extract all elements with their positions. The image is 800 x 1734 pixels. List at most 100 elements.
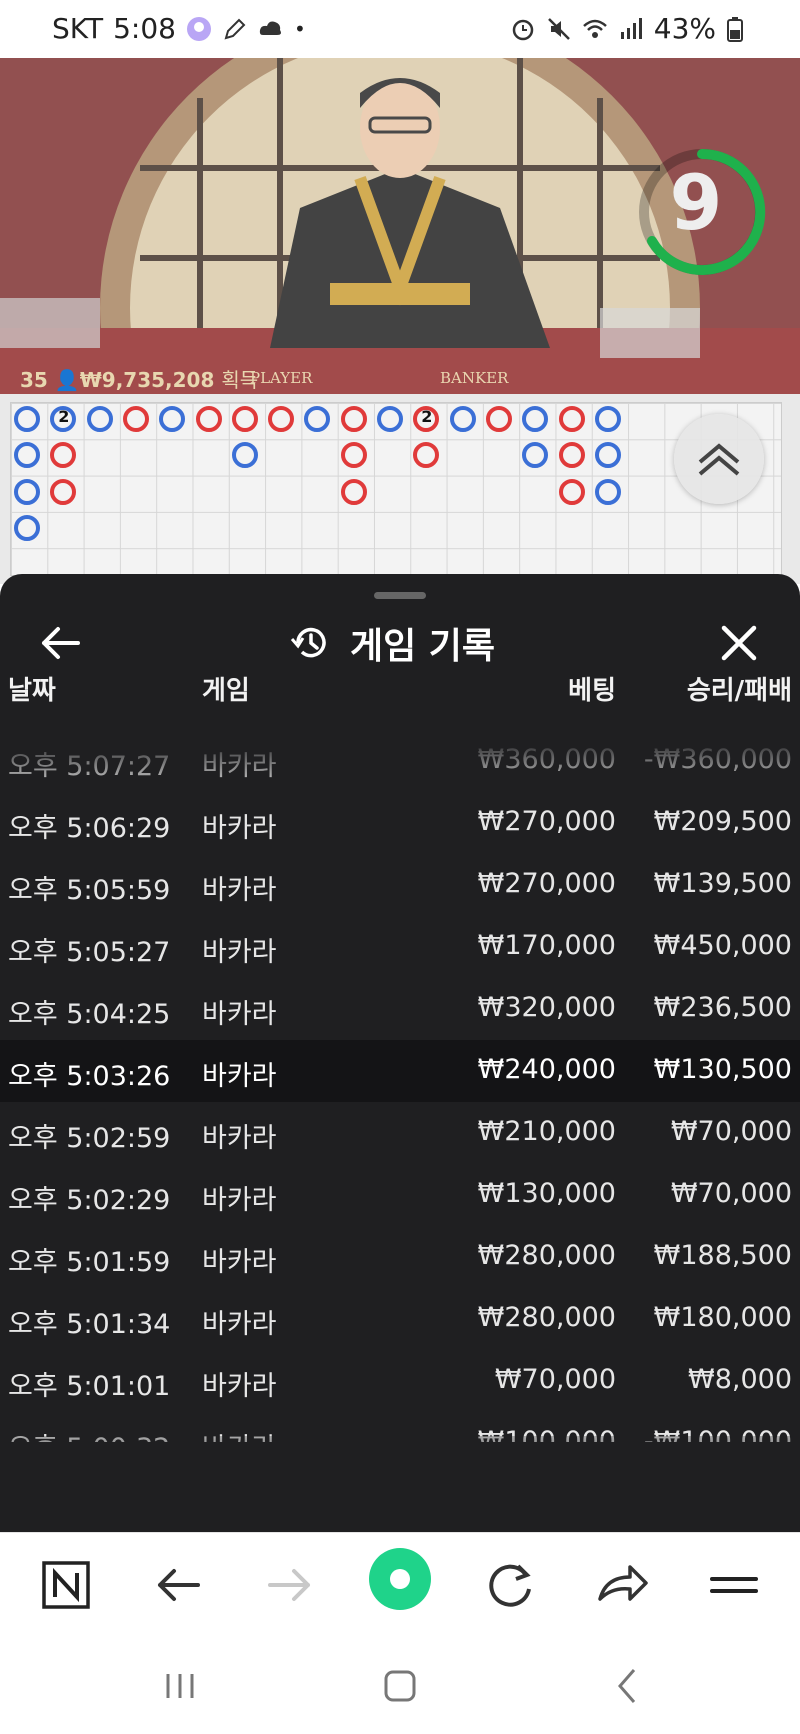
row-date: 오후 5:01:34 — [8, 1309, 171, 1340]
home-button[interactable] — [372, 1660, 428, 1712]
banker-mark — [413, 442, 440, 469]
menu-button[interactable] — [704, 1555, 764, 1615]
winnings-readout: 35 👤₩9,735,208 획득 — [20, 364, 258, 393]
winnings-label: 획득 — [221, 368, 259, 392]
row-bet: ₩280,000 — [477, 1240, 616, 1271]
row-date: 오후 5:04:25 — [8, 999, 171, 1030]
history-table-body[interactable]: 오후 5:07:27 바카라 ₩360,000 -₩360,000 오후 5:06:29… — [0, 730, 800, 1442]
row-bet: ₩100,000 — [477, 1426, 616, 1442]
signal-icon — [618, 16, 644, 42]
wifi-icon — [582, 16, 608, 42]
row-date: 오후 5:02:59 — [8, 1123, 171, 1154]
history-row[interactable]: 오후 5:01:01 바카라 ₩70,000 ₩8,000 — [0, 1350, 800, 1412]
row-date: 오후 5:06:29 — [8, 813, 171, 844]
banker-mark — [195, 406, 222, 432]
history-row[interactable]: 오후 5:05:59 바카라 ₩270,000 ₩139,500 — [0, 854, 800, 916]
history-row[interactable]: 오후 5:05:27 바카라 ₩170,000 ₩450,000 — [0, 916, 800, 978]
forward-button-browser[interactable] — [260, 1555, 320, 1615]
system-back-button[interactable] — [600, 1660, 656, 1712]
player-mark — [304, 406, 331, 432]
banker-mark — [558, 406, 585, 432]
player-mark — [14, 478, 40, 505]
history-row[interactable]: 오후 5:00:32 바카라 ₩100,000 -₩100,000 — [0, 1412, 800, 1442]
expand-roadmap-button[interactable] — [674, 414, 764, 504]
pencil-icon — [222, 16, 248, 42]
naver-home-button[interactable] — [36, 1555, 96, 1615]
sheet-drag-handle[interactable] — [374, 592, 426, 599]
history-row[interactable]: 오후 5:06:29 바카라 ₩270,000 ₩209,500 — [0, 792, 800, 854]
row-date: 오후 5:00:32 — [8, 1426, 170, 1442]
player-mark — [522, 406, 549, 432]
recent-apps-icon — [166, 1674, 194, 1698]
history-row[interactable]: 오후 5:01:59 바카라 ₩280,000 ₩188,500 — [0, 1226, 800, 1288]
live-dealer-video[interactable]: PLAYER BANKER 35 👤₩9,735,208 획득 9 — [0, 58, 800, 394]
row-game: 바카라 — [202, 1247, 277, 1278]
sheet-title: 게임 기록 — [350, 626, 496, 667]
row-game: 바카라 — [202, 1061, 277, 1092]
mute-icon — [546, 16, 572, 42]
history-row[interactable]: 오후 5:04:25 바카라 ₩320,000 ₩236,500 — [0, 978, 800, 1040]
cloud-icon — [258, 16, 284, 42]
history-row[interactable]: 오후 5:07:27 바카라 ₩360,000 -₩360,000 — [0, 730, 800, 792]
game-history-sheet: 게임 기록 날짜 게임 베팅 승리/패배 오후 5:07:27 바카라 ₩360,0… — [0, 574, 800, 1532]
history-row[interactable]: 오후 5:01:34 바카라 ₩280,000 ₩180,000 — [0, 1288, 800, 1350]
back-button-browser[interactable] — [148, 1555, 208, 1615]
banker-mark — [268, 406, 295, 432]
recent-apps-button[interactable] — [152, 1660, 208, 1712]
row-bet: ₩280,000 — [477, 1302, 616, 1333]
roadmap-grid: 22 — [10, 402, 782, 576]
row-game: 바카라 — [202, 1371, 277, 1402]
battery-icon — [726, 16, 752, 42]
system-navigation-bar — [0, 1636, 800, 1734]
row-bet: ₩70,000 — [494, 1364, 616, 1395]
row-game: 바카라 — [202, 937, 277, 968]
refresh-button[interactable] — [480, 1555, 540, 1615]
row-result: ₩450,000 — [653, 930, 792, 961]
green-dot-button[interactable] — [368, 1547, 432, 1611]
home-square-icon — [384, 1670, 416, 1702]
banker-mark — [558, 442, 585, 469]
banker-mark — [340, 478, 367, 505]
history-icon — [290, 627, 326, 658]
row-date: 오후 5:05:59 — [8, 875, 171, 906]
row-date: 오후 5:02:29 — [8, 1185, 171, 1216]
battery-percent: 43% — [653, 12, 716, 45]
row-game: 바카라 — [202, 875, 277, 906]
player-mark — [231, 442, 258, 469]
player-mark — [159, 406, 186, 432]
close-button[interactable] — [714, 618, 764, 668]
back-arrow-icon — [158, 1569, 200, 1601]
back-button[interactable] — [36, 618, 86, 668]
round-number: 35 — [20, 368, 48, 392]
row-result: ₩130,500 — [653, 1054, 792, 1085]
row-result: ₩139,500 — [653, 868, 792, 899]
clock: 5:08 — [113, 12, 176, 45]
row-result: ₩209,500 — [653, 806, 792, 837]
menu-icon — [710, 1577, 758, 1593]
player-mark — [594, 478, 621, 505]
row-date: 오후 5:01:59 — [8, 1247, 171, 1278]
banker-mark — [231, 406, 258, 432]
alarm-icon — [510, 16, 536, 42]
history-row[interactable]: 오후 5:02:29 바카라 ₩130,000 ₩70,000 — [0, 1164, 800, 1226]
row-bet: ₩360,000 — [477, 744, 616, 775]
history-row[interactable]: 오후 5:02:59 바카라 ₩210,000 ₩70,000 — [0, 1102, 800, 1164]
user-icon: 👤 — [54, 368, 80, 392]
chevron-left-icon — [618, 1669, 636, 1703]
row-game: 바카라 — [202, 1309, 277, 1340]
row-date: 오후 5:07:27 — [8, 751, 171, 782]
share-button[interactable] — [592, 1555, 652, 1615]
row-result: ₩188,500 — [653, 1240, 792, 1271]
row-game: 바카라 — [202, 1185, 277, 1216]
naver-home-icon — [42, 1561, 90, 1609]
green-dot-icon — [369, 1548, 431, 1610]
history-row[interactable]: 오후 5:03:26 바카라 ₩240,000 ₩130,500 — [0, 1040, 800, 1102]
row-result: ₩70,000 — [670, 1116, 792, 1147]
browser-toolbar — [0, 1532, 800, 1637]
close-icon — [721, 625, 757, 661]
row-date: 오후 5:01:01 — [8, 1371, 171, 1402]
player-mark — [594, 442, 621, 469]
row-bet: ₩130,000 — [477, 1178, 616, 1209]
tie-count: 2 — [421, 407, 433, 426]
row-game: 바카라 — [202, 1426, 277, 1442]
